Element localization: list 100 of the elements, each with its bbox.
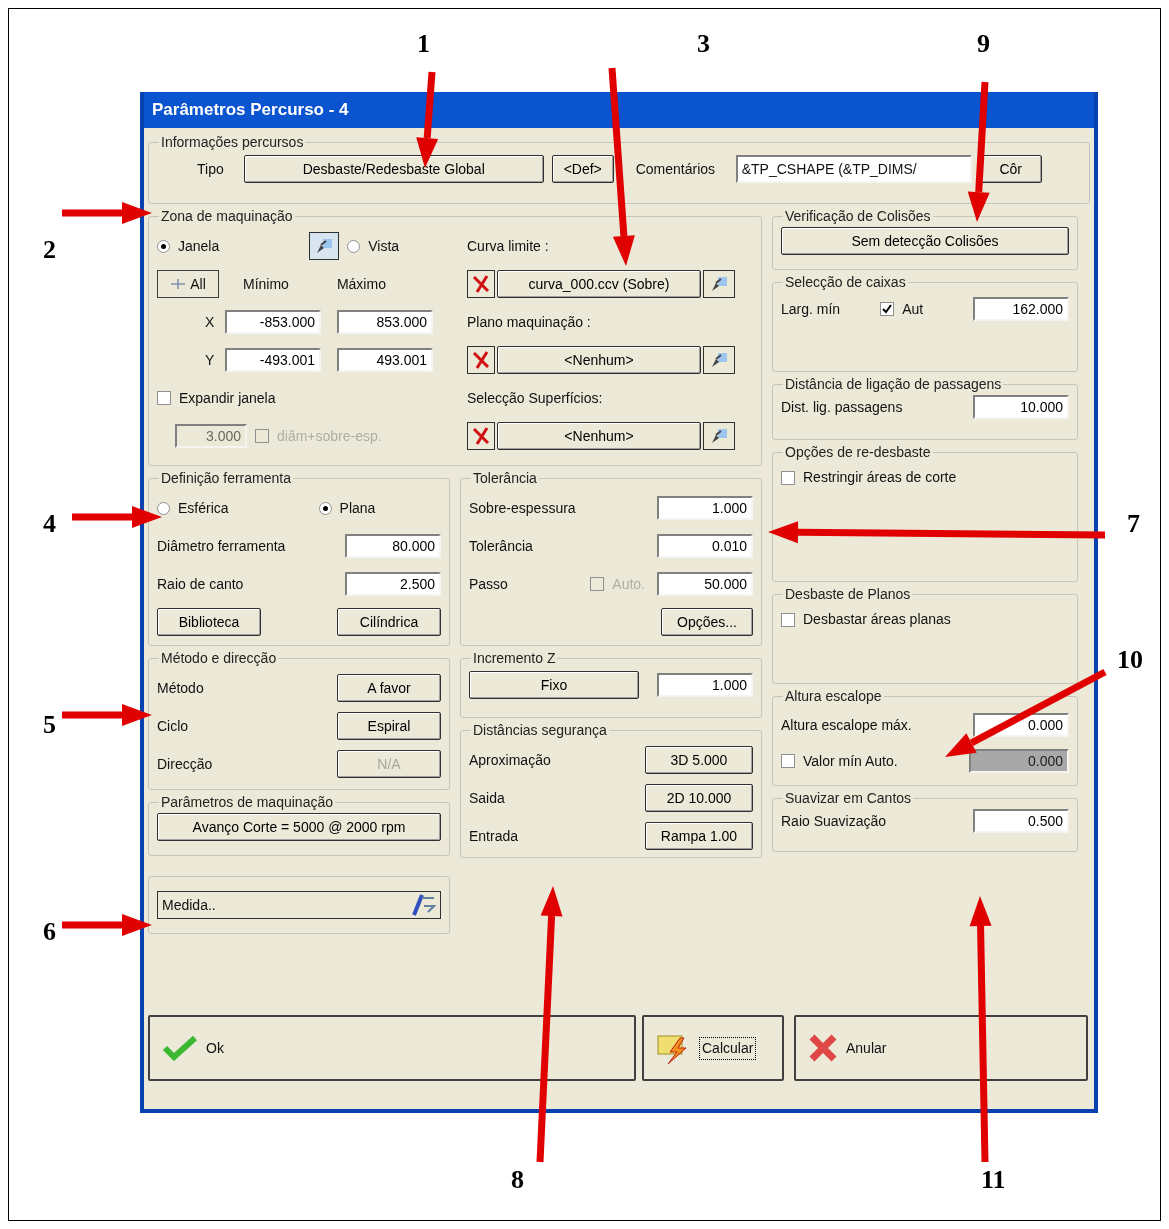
field-label: Direcção (157, 754, 213, 774)
field-label: Passo (469, 574, 508, 594)
callout-number: 1 (417, 31, 430, 57)
input-field[interactable]: 50.000 (657, 572, 753, 596)
field-label: Larg. mín (781, 299, 841, 319)
input-field[interactable]: 853.000 (337, 310, 433, 334)
checkbox-label: Valor mín Auto. (803, 751, 898, 771)
clear-button[interactable] (467, 422, 495, 450)
input-field[interactable]: 1.000 (657, 673, 753, 697)
input-field[interactable]: -853.000 (225, 310, 321, 334)
clear-button[interactable] (467, 346, 495, 374)
input-field[interactable]: &TP_CSHAPE (&TP_DIMS/ (735, 155, 972, 183)
checkbox-label: Desbastar áreas planas (803, 610, 951, 629)
move-icon (170, 278, 187, 290)
checkbox[interactable] (880, 302, 895, 316)
button[interactable]: Espiral (337, 712, 441, 740)
button[interactable]: Cilíndrica (337, 608, 441, 636)
all-button[interactable]: All (157, 270, 219, 298)
button[interactable]: 3D 5.000 (645, 746, 753, 774)
input-field[interactable]: 2.500 (345, 572, 441, 596)
checkbox[interactable] (157, 391, 171, 405)
button[interactable]: curva_000.ccv (Sobre) (497, 270, 701, 298)
callout-number: 4 (43, 511, 56, 537)
view-button[interactable] (309, 232, 340, 260)
button[interactable]: <Def> (551, 155, 614, 183)
checkbox-label: Auto. (612, 574, 645, 594)
button[interactable]: Opções... (661, 608, 753, 636)
group-title: Altura escalope (784, 687, 883, 706)
callout-number: 11 (981, 1167, 1006, 1193)
x-icon (471, 274, 491, 294)
input-field[interactable]: 1.000 (657, 496, 753, 520)
pointer-icon (710, 351, 728, 369)
checkbox-label: diâm+sobre-esp. (277, 426, 382, 446)
input-field[interactable]: 493.001 (337, 348, 433, 372)
field-label: Sobre-espessura (469, 498, 576, 518)
input-field[interactable]: 0.010 (657, 534, 753, 558)
pick-button[interactable] (703, 346, 735, 374)
field-label: Método (157, 678, 204, 698)
checkbox[interactable] (781, 754, 795, 768)
group-title: Método e direcção (160, 649, 278, 668)
x-icon (471, 350, 491, 370)
button[interactable]: <Nenhum> (497, 346, 701, 374)
input-field[interactable]: 0.500 (973, 809, 1069, 833)
field-label: Dist. lig. passagens (781, 397, 903, 417)
pointer-icon (710, 275, 728, 293)
button[interactable]: Sem detecção Colisões (781, 227, 1069, 255)
radio-button[interactable] (318, 501, 332, 515)
check-icon (162, 1035, 198, 1061)
input-field[interactable]: -493.001 (225, 348, 321, 372)
field-label: Aproximação (469, 750, 551, 770)
group-title: Desbaste de Planos (784, 585, 912, 604)
field-label: Ciclo (157, 716, 189, 736)
dialog-button[interactable]: Anular (794, 1015, 1088, 1081)
button[interactable]: 2D 10.000 (645, 784, 753, 812)
callout-number: 8 (511, 1167, 524, 1193)
group-title: Selecção de caixas (784, 273, 907, 292)
dialog-button[interactable]: Calcular (642, 1015, 784, 1081)
group-title: Tolerância (472, 469, 538, 488)
radio-button[interactable] (347, 239, 361, 253)
group-title: Suavizar em Cantos (784, 789, 913, 808)
pointer-icon (710, 427, 728, 445)
group-title: Distâncias segurança (472, 721, 608, 740)
input-field[interactable]: 10.000 (973, 395, 1069, 419)
callout-number: 10 (1117, 647, 1143, 673)
callout-number: 6 (43, 919, 56, 945)
field-label: Máximo (336, 274, 386, 294)
field-label: Entrada (469, 826, 519, 846)
group-title: Incremento Z (472, 649, 557, 668)
button[interactable]: Biblioteca (157, 608, 261, 636)
button[interactable]: Fixo (469, 671, 639, 699)
pointer-icon (315, 237, 334, 255)
callout-number: 5 (43, 712, 56, 738)
checkbox[interactable] (781, 612, 795, 627)
field-label: Altura escalope máx. (781, 715, 912, 735)
input-field[interactable]: 162.000 (973, 297, 1069, 321)
checkbox-label: Restringir áreas de corte (803, 468, 957, 487)
radio-label: Vista (368, 236, 400, 256)
button[interactable]: A favor (337, 674, 441, 702)
callout-number: 2 (43, 237, 56, 263)
pick-button[interactable] (703, 422, 735, 450)
button[interactable]: <Nenhum> (497, 422, 701, 450)
callout-number: 3 (697, 31, 710, 57)
field-label: Comentários (635, 159, 717, 179)
group-title: Opções de re-desbaste (784, 443, 932, 462)
clear-button[interactable] (467, 270, 495, 298)
button[interactable]: Rampa 1.00 (645, 822, 753, 850)
radio-button[interactable] (157, 501, 170, 515)
dialog-button[interactable]: Ok (148, 1015, 636, 1081)
radio-button[interactable] (157, 239, 170, 253)
field-label: Y (205, 350, 216, 370)
input-field[interactable]: 80.000 (345, 534, 441, 558)
callout-number: 7 (1127, 511, 1140, 537)
pick-button[interactable] (703, 270, 735, 298)
radio-label: Janela (178, 236, 220, 256)
checkbox[interactable] (781, 470, 795, 485)
ruler-icon (410, 894, 436, 916)
group-title: Parâmetros de maquinação (160, 793, 334, 812)
measure-button[interactable]: Medida.. (157, 891, 441, 919)
button[interactable]: Desbaste/Redesbaste Global (243, 155, 544, 183)
button[interactable]: Avanço Corte = 5000 @ 2000 rpm (157, 813, 441, 841)
